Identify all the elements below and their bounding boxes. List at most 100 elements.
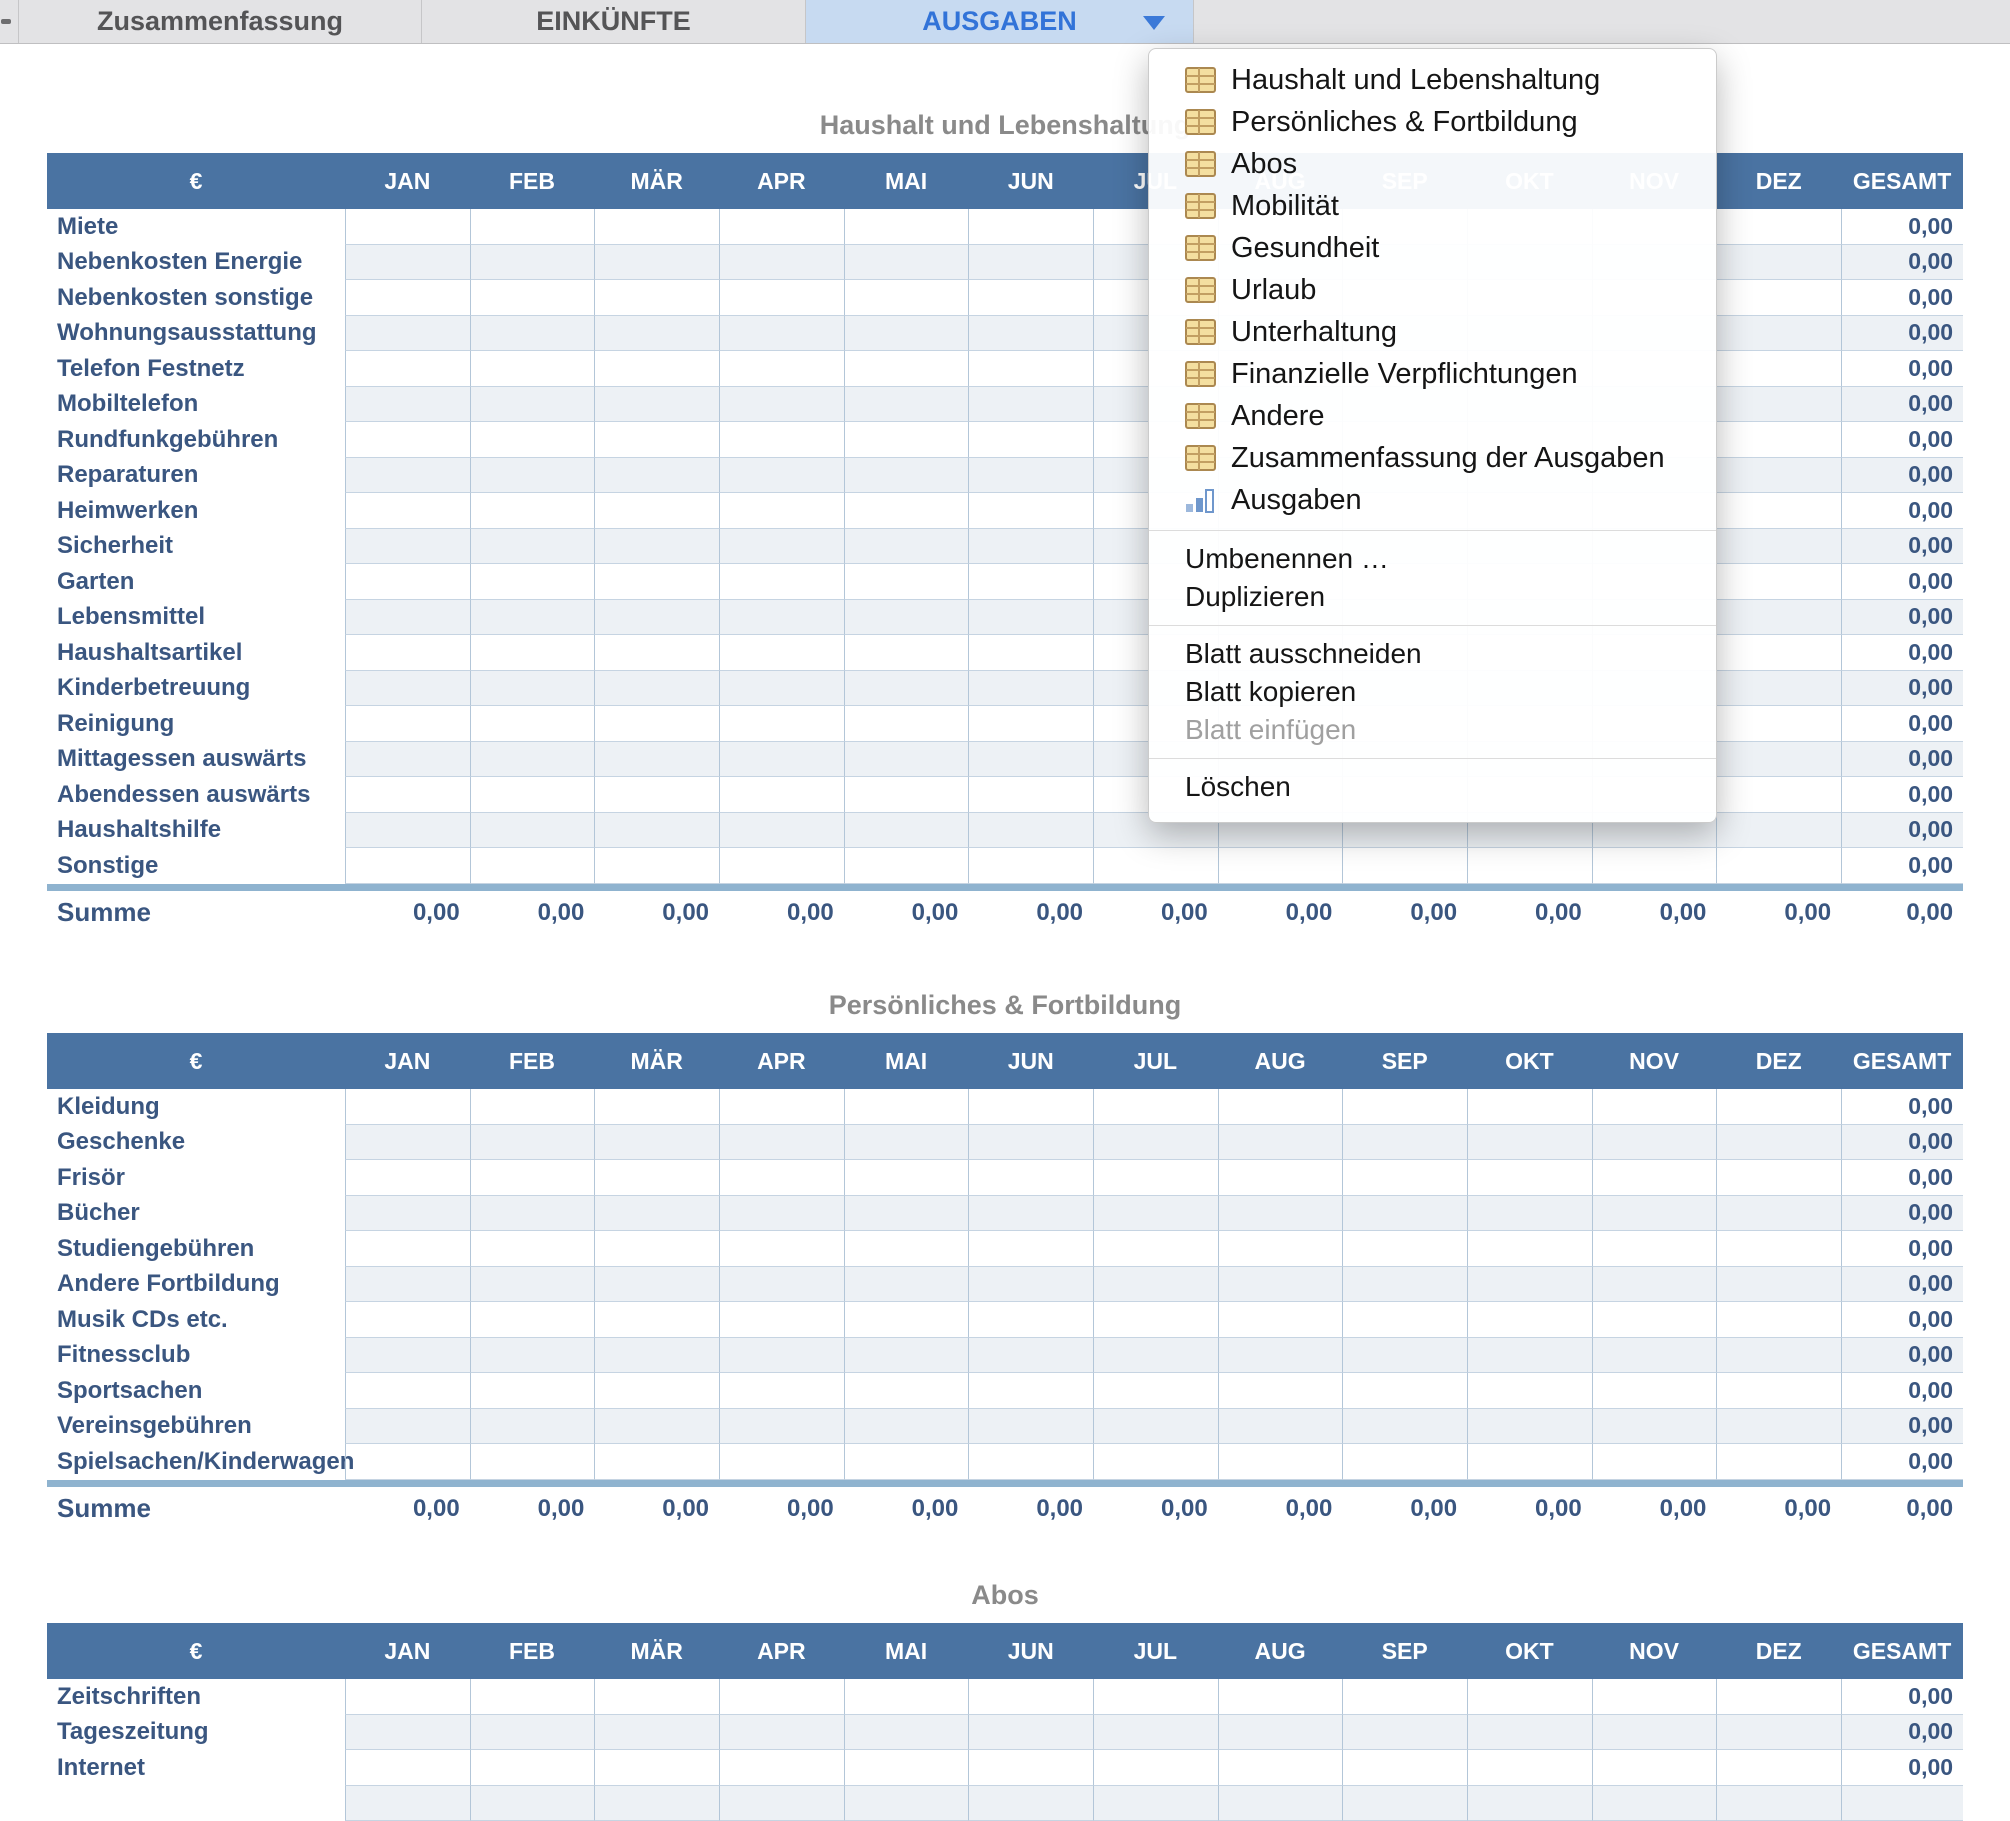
row-label[interactable]: Abendessen auswärts — [47, 777, 345, 813]
row-label[interactable]: Rundfunkgebühren — [47, 422, 345, 458]
cell-gesamt[interactable]: 0,00 — [1841, 777, 1963, 813]
menu-item-blatt-ausschneiden[interactable]: Blatt ausschneiden — [1149, 635, 1716, 673]
cell-jun[interactable] — [968, 671, 1093, 707]
menu-item-andere[interactable]: Andere — [1149, 395, 1716, 437]
cell-feb[interactable] — [470, 1409, 595, 1445]
cell-jun[interactable] — [968, 280, 1093, 316]
summe-cell-jul[interactable]: 0,00 — [1093, 1487, 1218, 1531]
cell-nov[interactable] — [1592, 1786, 1717, 1821]
cell-dez[interactable] — [1716, 351, 1841, 387]
cell-feb[interactable] — [470, 1338, 595, 1374]
cell-aug[interactable] — [1218, 1231, 1343, 1267]
cell-jul[interactable] — [1093, 1679, 1218, 1715]
cell-jun[interactable] — [968, 1750, 1093, 1786]
cell-okt[interactable] — [1467, 1786, 1592, 1821]
cell-apr[interactable] — [719, 1679, 844, 1715]
cell-aug[interactable] — [1218, 1409, 1343, 1445]
cell-apr[interactable] — [719, 635, 844, 671]
cell-sep[interactable] — [1342, 1444, 1467, 1480]
cell-mär[interactable] — [594, 387, 719, 423]
cell-nov[interactable] — [1592, 1089, 1717, 1125]
header-cell-jan[interactable]: JAN — [345, 1623, 470, 1679]
cell-gesamt[interactable]: 0,00 — [1841, 351, 1963, 387]
cell-apr[interactable] — [719, 564, 844, 600]
cell-jan[interactable] — [345, 848, 470, 884]
cell-sep[interactable] — [1342, 1715, 1467, 1751]
cell-dez[interactable] — [1716, 1196, 1841, 1232]
cell-jun[interactable] — [968, 422, 1093, 458]
header-cell-mai[interactable]: MAI — [844, 1033, 969, 1089]
cell-mai[interactable] — [844, 1231, 969, 1267]
summe-cell-dez[interactable]: 0,00 — [1716, 891, 1841, 935]
header-cell-jul[interactable]: JUL — [1093, 1623, 1218, 1679]
cell-jun[interactable] — [968, 1715, 1093, 1751]
cell-aug[interactable] — [1218, 1444, 1343, 1480]
cell-sep[interactable] — [1342, 848, 1467, 884]
row-label[interactable]: Kinderbetreuung — [47, 671, 345, 707]
header-cell-currency[interactable]: € — [47, 153, 345, 209]
cell-apr[interactable] — [719, 1409, 844, 1445]
cell-mai[interactable] — [844, 351, 969, 387]
cell-gesamt[interactable]: 0,00 — [1841, 209, 1963, 245]
cell-feb[interactable] — [470, 1231, 595, 1267]
cell-feb[interactable] — [470, 458, 595, 494]
cell-aug[interactable] — [1218, 1302, 1343, 1338]
cell-jun[interactable] — [968, 1196, 1093, 1232]
cell-aug[interactable] — [1218, 1786, 1343, 1821]
cell-jun[interactable] — [968, 564, 1093, 600]
header-cell-mär[interactable]: MÄR — [594, 1033, 719, 1089]
cell-jul[interactable] — [1093, 1373, 1218, 1409]
header-cell-jun[interactable]: JUN — [968, 1033, 1093, 1089]
cell-apr[interactable] — [719, 1444, 844, 1480]
cell-jan[interactable] — [345, 387, 470, 423]
menu-item-mobilität[interactable]: Mobilität — [1149, 185, 1716, 227]
cell-feb[interactable] — [470, 1715, 595, 1751]
cell-mai[interactable] — [844, 1089, 969, 1125]
cell-nov[interactable] — [1592, 1267, 1717, 1303]
cell-feb[interactable] — [470, 1373, 595, 1409]
header-cell-feb[interactable]: FEB — [470, 1033, 595, 1089]
cell-mär[interactable] — [594, 316, 719, 352]
cell-mär[interactable] — [594, 280, 719, 316]
cell-nov[interactable] — [1592, 1750, 1717, 1786]
cell-jun[interactable] — [968, 316, 1093, 352]
summe-cell-sep[interactable]: 0,00 — [1342, 1487, 1467, 1531]
row-label[interactable]: Sonstige — [47, 848, 345, 884]
cell-mai[interactable] — [844, 848, 969, 884]
header-cell-currency[interactable]: € — [47, 1623, 345, 1679]
cell-aug[interactable] — [1218, 848, 1343, 884]
cell-okt[interactable] — [1467, 1409, 1592, 1445]
cell-dez[interactable] — [1716, 209, 1841, 245]
cell-nov[interactable] — [1592, 1302, 1717, 1338]
cell-jan[interactable] — [345, 458, 470, 494]
cell-feb[interactable] — [470, 742, 595, 778]
cell-jul[interactable] — [1093, 1409, 1218, 1445]
cell-dez[interactable] — [1716, 1679, 1841, 1715]
cell-mär[interactable] — [594, 1679, 719, 1715]
cell-jun[interactable] — [968, 742, 1093, 778]
cell-feb[interactable] — [470, 1089, 595, 1125]
cell-dez[interactable] — [1716, 422, 1841, 458]
cell-mai[interactable] — [844, 706, 969, 742]
menu-item-blatt-kopieren[interactable]: Blatt kopieren — [1149, 673, 1716, 711]
cell-feb[interactable] — [470, 1679, 595, 1715]
row-label[interactable]: Vereinsgebühren — [47, 1409, 345, 1445]
cell-jul[interactable] — [1093, 1160, 1218, 1196]
cell-jan[interactable] — [345, 1444, 470, 1480]
cell-mai[interactable] — [844, 1373, 969, 1409]
tab-ausgaben[interactable]: AUSGABEN — [806, 0, 1194, 43]
cell-okt[interactable] — [1467, 1196, 1592, 1232]
cell-jan[interactable] — [345, 209, 470, 245]
cell-gesamt[interactable]: 0,00 — [1841, 1231, 1963, 1267]
row-label[interactable]: Bücher — [47, 1196, 345, 1232]
cell-gesamt[interactable]: 0,00 — [1841, 1160, 1963, 1196]
cell-feb[interactable] — [470, 351, 595, 387]
cell-dez[interactable] — [1716, 387, 1841, 423]
summe-cell-apr[interactable]: 0,00 — [719, 891, 844, 935]
cell-apr[interactable] — [719, 1231, 844, 1267]
cell-apr[interactable] — [719, 1196, 844, 1232]
cell-jan[interactable] — [345, 1679, 470, 1715]
cell-jan[interactable] — [345, 564, 470, 600]
cell-gesamt[interactable]: 0,00 — [1841, 1089, 1963, 1125]
summe-cell-jan[interactable]: 0,00 — [345, 1487, 470, 1531]
